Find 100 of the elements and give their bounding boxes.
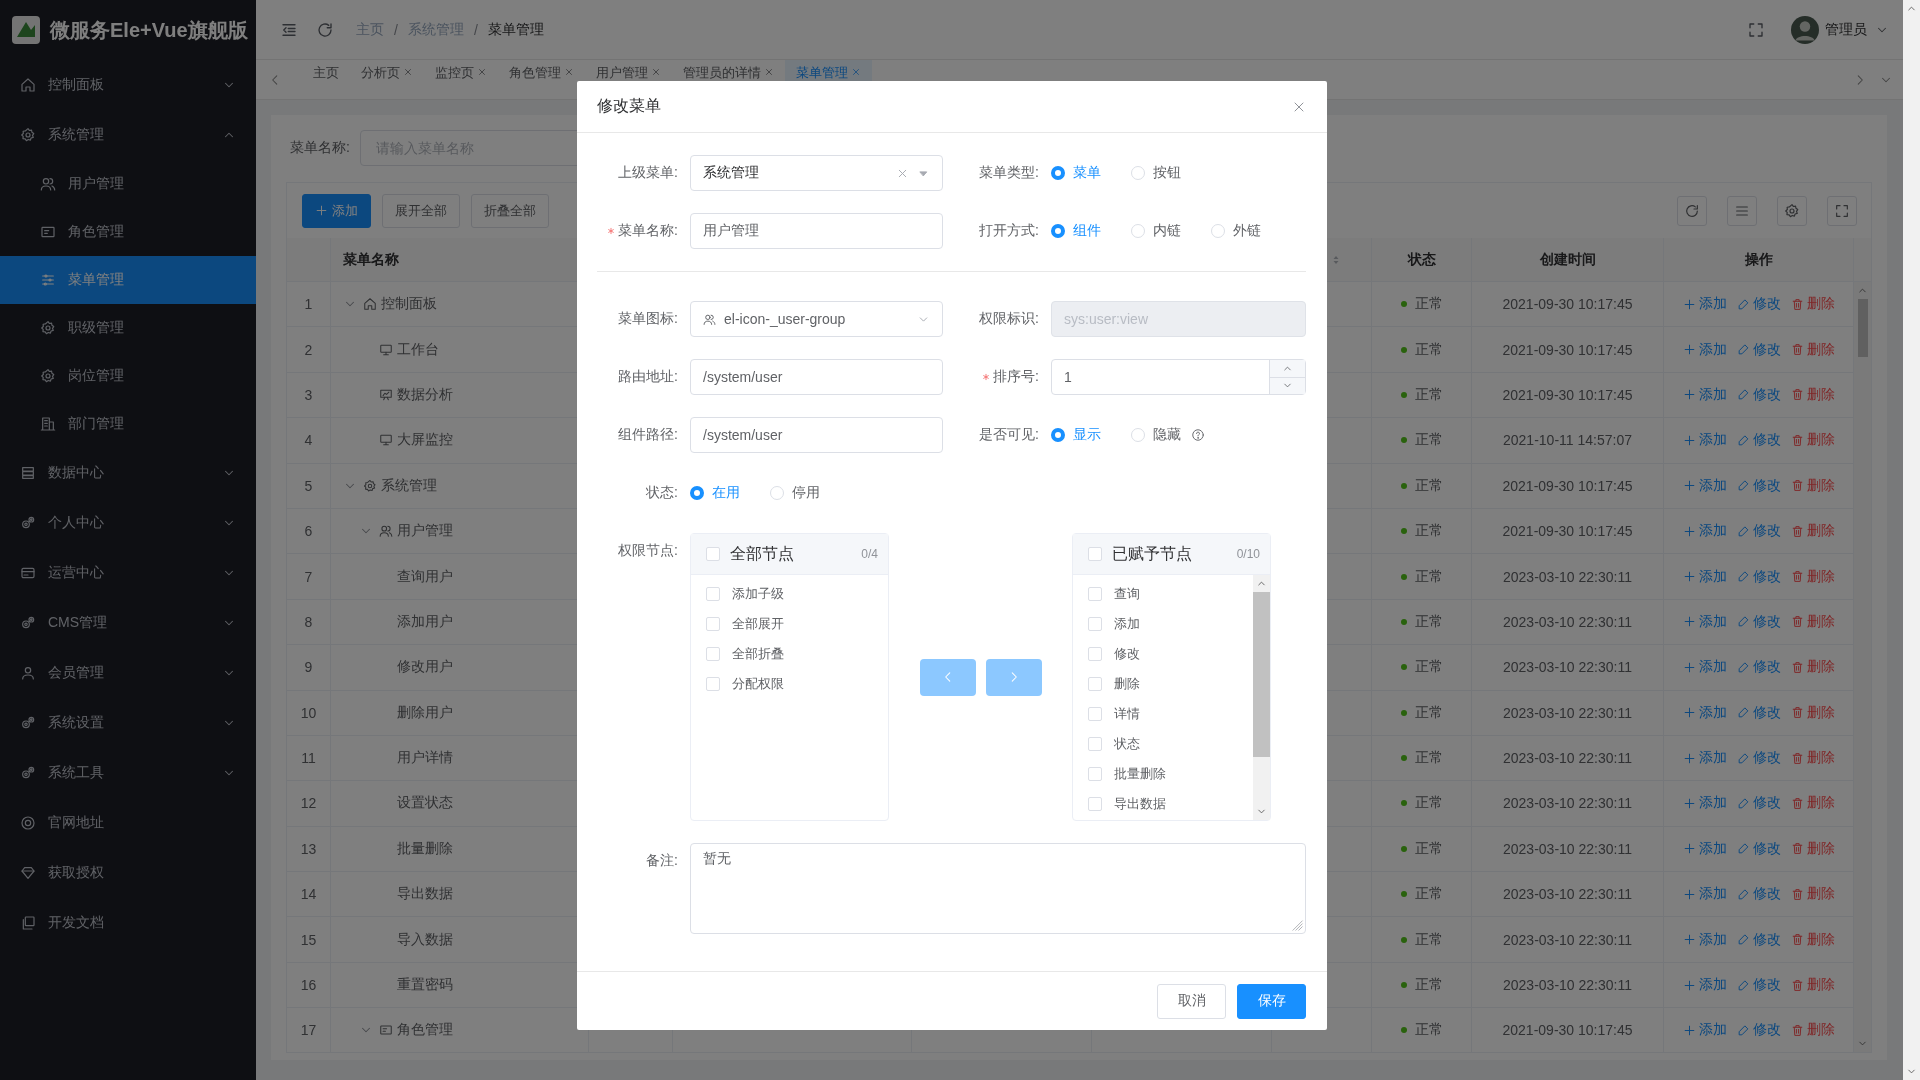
fullscreen-icon[interactable] [1747,20,1765,39]
user-name[interactable]: 管理员 [1825,20,1867,39]
checkbox[interactable] [1088,737,1102,751]
checkbox[interactable] [706,617,720,631]
checkbox[interactable] [1088,767,1102,781]
sidebar-item[interactable]: 会员管理 [0,648,256,698]
scrollbar[interactable] [1903,0,1920,1080]
checkbox[interactable] [706,587,720,601]
toolbar-button[interactable]: 添加 [302,193,371,228]
delete-link[interactable]: 删除 [1790,476,1835,495]
sidebar-item[interactable]: 获取授权 [0,848,256,898]
delete-link[interactable]: 删除 [1790,295,1835,314]
radio-button[interactable] [1051,224,1065,238]
refresh-button[interactable] [1677,195,1707,226]
tab[interactable]: 监控页 [424,60,498,99]
add-link[interactable]: 添加 [1682,340,1727,359]
delete-link[interactable]: 删除 [1790,431,1835,450]
delete-link[interactable]: 删除 [1790,567,1835,586]
delete-link[interactable]: 删除 [1790,749,1835,768]
add-link[interactable]: 添加 [1682,295,1727,314]
sidebar-item[interactable]: 开发文档 [0,898,256,948]
sidebar-subitem[interactable]: 职级管理 [0,304,256,352]
radio-button[interactable] [690,486,704,500]
sidebar-item[interactable]: 系统工具 [0,748,256,798]
scrollbar-thumb[interactable] [1857,299,1868,357]
close-icon[interactable] [564,67,574,77]
tab[interactable]: 用户管理 [585,60,672,99]
checkbox[interactable] [1088,797,1102,811]
sidebar-item[interactable]: 数据中心 [0,448,256,498]
edit-link[interactable]: 修改 [1736,930,1781,949]
tab[interactable]: 分析页 [350,60,424,99]
add-link[interactable]: 添加 [1682,522,1727,541]
add-link[interactable]: 添加 [1682,703,1727,722]
delete-link[interactable]: 删除 [1790,612,1835,631]
edit-link[interactable]: 修改 [1736,431,1781,450]
sidebar-item[interactable]: 系统设置 [0,698,256,748]
edit-link[interactable]: 修改 [1736,749,1781,768]
add-link[interactable]: 添加 [1682,567,1727,586]
select-field[interactable]: el-icon-_user-group [690,301,943,337]
remark-field[interactable]: 暂无 [690,843,1306,934]
checkbox[interactable] [1088,587,1102,601]
delete-link[interactable]: 删除 [1790,839,1835,858]
delete-link[interactable]: 删除 [1790,794,1835,813]
add-link[interactable]: 添加 [1682,1021,1727,1040]
delete-link[interactable]: 删除 [1790,885,1835,904]
edit-link[interactable]: 修改 [1736,522,1781,541]
sidebar-item[interactable]: 官网地址 [0,798,256,848]
settings-button[interactable] [1777,195,1807,226]
text-field[interactable]: /system/user [690,417,943,453]
fullscreen-button[interactable] [1827,195,1857,226]
sidebar-item[interactable]: 个人中心 [0,498,256,548]
checkbox[interactable] [1088,707,1102,721]
sidebar-item[interactable]: 控制面板 [0,60,256,110]
delete-link[interactable]: 删除 [1790,385,1835,404]
add-link[interactable]: 添加 [1682,885,1727,904]
add-link[interactable]: 添加 [1682,476,1727,495]
edit-link[interactable]: 修改 [1736,839,1781,858]
close-icon[interactable] [403,67,413,77]
close-icon[interactable] [651,67,661,77]
delete-link[interactable]: 删除 [1790,976,1835,995]
toolbar-button[interactable]: 折叠全部 [471,193,549,228]
number-field[interactable]: 1 [1051,359,1306,395]
add-link[interactable]: 添加 [1682,385,1727,404]
select-field[interactable]: 系统管理 [690,155,943,191]
edit-link[interactable]: 修改 [1736,703,1781,722]
edit-link[interactable]: 修改 [1736,885,1781,904]
scrollbar-thumb[interactable] [1253,592,1270,757]
scrollbar[interactable] [1854,282,1871,1052]
delete-link[interactable]: 删除 [1790,1021,1835,1040]
add-link[interactable]: 添加 [1682,839,1727,858]
columns-button[interactable] [1727,195,1757,226]
refresh-icon[interactable] [316,20,334,39]
close-icon[interactable] [477,67,487,77]
delete-link[interactable]: 删除 [1790,658,1835,677]
sidebar-item[interactable]: 运营中心 [0,548,256,598]
tab[interactable]: 管理员的详情 [672,60,785,99]
radio-button[interactable] [1051,428,1065,442]
help-icon[interactable] [1191,428,1205,442]
checkbox[interactable] [1088,617,1102,631]
checkbox[interactable] [706,677,720,691]
add-link[interactable]: 添加 [1682,976,1727,995]
checkbox[interactable] [706,547,720,561]
checkbox[interactable] [1088,547,1102,561]
edit-link[interactable]: 修改 [1736,476,1781,495]
sidebar-subitem[interactable]: 部门管理 [0,400,256,448]
add-link[interactable]: 添加 [1682,612,1727,631]
delete-link[interactable]: 删除 [1790,703,1835,722]
edit-link[interactable]: 修改 [1736,1021,1781,1040]
sidebar-item[interactable]: 系统管理 [0,110,256,160]
add-link[interactable]: 添加 [1682,749,1727,768]
sidebar-subitem[interactable]: 角色管理 [0,208,256,256]
delete-link[interactable]: 删除 [1790,930,1835,949]
checkbox[interactable] [706,647,720,661]
scrollbar[interactable] [1253,575,1270,820]
tab[interactable]: 角色管理 [498,60,585,99]
edit-link[interactable]: 修改 [1736,567,1781,586]
edit-link[interactable]: 修改 [1736,612,1781,631]
sidebar-subitem[interactable]: 菜单管理 [0,256,256,304]
delete-link[interactable]: 删除 [1790,340,1835,359]
add-link[interactable]: 添加 [1682,431,1727,450]
